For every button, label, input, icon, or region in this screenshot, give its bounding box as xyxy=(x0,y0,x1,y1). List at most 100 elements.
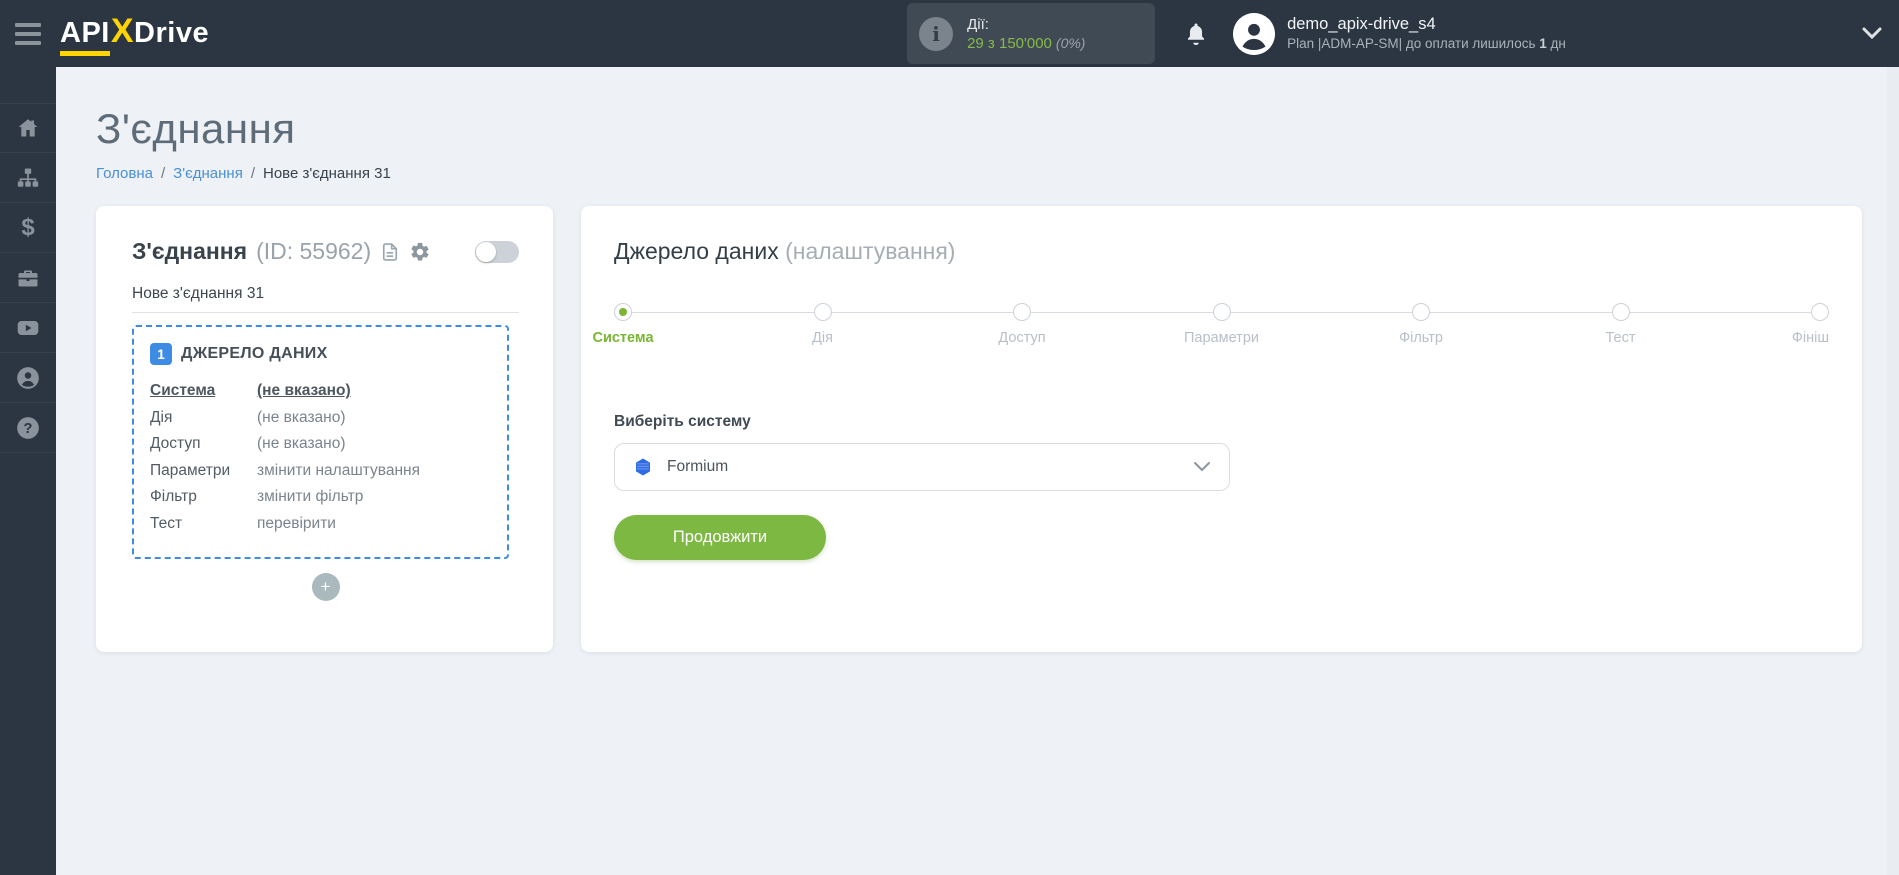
info-icon[interactable]: i xyxy=(919,16,954,51)
step-action[interactable]: Дія xyxy=(812,303,833,367)
source-row-filter: Фільтр змінити фільтр xyxy=(150,484,491,511)
step-finish[interactable]: Фініш xyxy=(1792,303,1829,367)
row-value-link[interactable]: змінити налаштування xyxy=(257,458,420,485)
data-source-box-title: ДЖЕРЕЛО ДАНИХ xyxy=(181,345,328,362)
gear-icon[interactable] xyxy=(409,241,431,263)
step-label: Дія xyxy=(812,330,833,346)
sidebar-item-home[interactable] xyxy=(0,103,56,153)
user-menu-chevron-down-icon[interactable] xyxy=(1861,26,1883,45)
actions-value: 29 з 150'000 xyxy=(967,34,1052,52)
data-source-box[interactable]: 1 ДЖЕРЕЛО ДАНИХ Система (не вказано) Дія… xyxy=(132,325,509,559)
step-number-badge: 1 xyxy=(150,343,172,365)
row-value-link[interactable]: перевірити xyxy=(257,511,336,538)
svg-text:?: ? xyxy=(24,421,33,437)
page-scrollbar[interactable] xyxy=(1887,67,1899,875)
row-value-link[interactable]: (не вказано) xyxy=(257,405,346,432)
step-filter[interactable]: Фільтр xyxy=(1399,303,1443,367)
row-label: Доступ xyxy=(150,435,201,452)
hamburger-menu-icon[interactable] xyxy=(0,0,56,67)
sitemap-icon xyxy=(17,168,39,187)
days-left: 1 xyxy=(1539,35,1547,51)
brand-logo[interactable]: API X Drive xyxy=(60,12,209,56)
continue-button[interactable]: Продовжити xyxy=(614,515,826,560)
selected-system-name: Formium xyxy=(667,458,729,475)
data-source-rows: Система (не вказано) Дія (не вказано) До… xyxy=(150,378,491,537)
brand-drive: Drive xyxy=(134,16,210,49)
breadcrumb-separator: / xyxy=(250,165,255,182)
row-label: Фільтр xyxy=(150,488,197,505)
settings-title-main: Джерело даних xyxy=(614,238,779,264)
help-icon: ? xyxy=(17,416,39,439)
briefcase-icon xyxy=(18,270,38,286)
step-test[interactable]: Тест xyxy=(1606,303,1636,367)
stepper: Система Дія Доступ Параметри Фільтр Тест… xyxy=(592,303,1829,367)
document-icon[interactable] xyxy=(380,241,400,263)
breadcrumb-separator: / xyxy=(161,165,166,182)
settings-card-title: Джерело даних (налаштування) xyxy=(614,238,1829,265)
main-content: З'єднання Головна / З'єднання / Нове з'є… xyxy=(56,67,1899,875)
brand-api: API xyxy=(60,17,110,56)
step-dot xyxy=(1212,303,1231,321)
user-icon xyxy=(17,366,39,389)
row-value-link[interactable]: (не вказано) xyxy=(257,378,351,405)
home-icon xyxy=(18,119,38,137)
user-plan: Plan |ADM-AP-SM| до оплати лишилось 1 дн xyxy=(1287,35,1566,51)
actions-counter: i Дії: 29 з 150'000 (0%) xyxy=(907,3,1156,64)
page-title: З'єднання xyxy=(96,105,296,152)
topbar: API X Drive i Дії: 29 з 150'000 (0%) demo_a… xyxy=(0,0,1899,67)
user-name: demo_apix-drive_s4 xyxy=(1287,14,1436,33)
dropdown-chevron-down-icon xyxy=(1193,461,1211,473)
connection-enabled-toggle[interactable] xyxy=(475,240,519,263)
step-dot xyxy=(1412,303,1430,321)
step-system[interactable]: Система xyxy=(592,303,654,367)
row-label: Параметри xyxy=(150,461,231,479)
breadcrumb-connections[interactable]: З'єднання xyxy=(173,165,243,182)
dollar-icon: $ xyxy=(21,213,35,241)
step-label: Фільтр xyxy=(1399,330,1443,346)
step-dot xyxy=(1013,303,1031,321)
add-step-button[interactable]: + xyxy=(311,573,340,601)
source-row-system: Система (не вказано) xyxy=(150,378,491,405)
step-params[interactable]: Параметри xyxy=(1184,303,1259,367)
row-value-link[interactable]: змінити фільтр xyxy=(257,484,363,511)
source-row-test: Тест перевірити xyxy=(150,511,491,538)
youtube-icon xyxy=(17,320,39,335)
source-row-action: Дія (не вказано) xyxy=(150,405,491,432)
sidebar-item-billing[interactable]: $ xyxy=(0,203,56,253)
step-dot xyxy=(1811,303,1829,321)
connection-card: З'єднання (ID: 55962) 1 ДЖЕРЕЛО ДАНИХ xyxy=(96,206,553,652)
step-label: Система xyxy=(592,330,654,346)
step-dot xyxy=(614,303,632,321)
step-label: Тест xyxy=(1605,330,1636,346)
step-dot xyxy=(1611,303,1630,321)
brand-x: X xyxy=(110,11,135,50)
connection-card-title: З'єднання xyxy=(132,238,248,264)
select-system-label: Виберіть систему xyxy=(614,413,751,430)
sidebar-item-account[interactable] xyxy=(0,353,56,403)
data-source-settings-card: Джерело даних (налаштування) Система Дія… xyxy=(581,206,1862,652)
step-label: Параметри xyxy=(1184,330,1259,346)
source-row-params: Параметри змінити налаштування xyxy=(150,458,491,485)
connection-name-input[interactable] xyxy=(132,285,519,313)
formium-logo-icon xyxy=(636,458,650,476)
sidebar-item-connections[interactable] xyxy=(0,153,56,203)
row-label: Система xyxy=(150,382,216,399)
notifications-bell-icon[interactable] xyxy=(1183,21,1209,47)
user-info[interactable]: demo_apix-drive_s4 Plan |ADM-AP-SM| до о… xyxy=(1287,14,1566,54)
sidebar-item-help[interactable]: ? xyxy=(0,403,56,453)
settings-title-sub: (налаштування) xyxy=(785,238,956,264)
step-access[interactable]: Доступ xyxy=(998,303,1046,367)
toggle-knob xyxy=(476,241,496,262)
user-avatar[interactable] xyxy=(1233,12,1276,55)
breadcrumb-current: Нове з'єднання 31 xyxy=(263,165,391,182)
sidebar-item-services[interactable] xyxy=(0,253,56,303)
step-dot xyxy=(813,303,832,321)
system-select-dropdown[interactable]: Formium xyxy=(614,443,1230,491)
sidebar-item-video[interactable] xyxy=(0,303,56,353)
row-value-link[interactable]: (не вказано) xyxy=(257,431,346,458)
breadcrumb-home[interactable]: Головна xyxy=(96,165,153,182)
row-label: Дія xyxy=(150,408,173,426)
step-label: Доступ xyxy=(998,330,1046,346)
row-label: Тест xyxy=(150,514,183,532)
breadcrumb: Головна / З'єднання / Нове з'єднання 31 xyxy=(96,165,1899,182)
